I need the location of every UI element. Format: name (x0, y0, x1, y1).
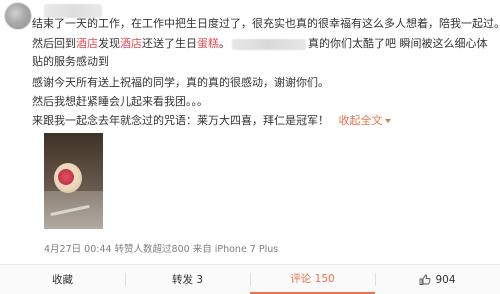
keyword-cake[interactable]: 蛋糕 (197, 37, 219, 50)
repost-label: 转发 3 (171, 274, 204, 286)
keyword-hotel[interactable]: 酒店 (76, 37, 98, 50)
post-line-2: 然后回到酒店发现酒店还送了生日蛋糕。 真的你们太酷了吧 瞬间被这么细心体 (32, 36, 488, 52)
post-meta: 4月27日 00:44 转赞人数超过800 来自 iPhone 7 Plus (44, 241, 278, 255)
like-button[interactable]: 904 (375, 265, 500, 294)
action-bar: 收藏 转发 3 评论 150 904 (0, 264, 500, 294)
repost-button[interactable]: 转发 3 (125, 265, 250, 294)
post-line-5: 然后我想赶紧睡会儿起来看我团。。。 (32, 94, 208, 110)
post-text: 然后回到 (32, 37, 76, 50)
comment-label: 评论 150 (290, 273, 335, 285)
post-photo-cake[interactable] (44, 133, 103, 229)
avatar[interactable] (4, 2, 32, 30)
comment-button[interactable]: 评论 150 (250, 265, 375, 294)
post-line-1: 结束了一天的工作，在工作中把生日度过了，很充实也真的很幸福有这么多人想着，陪我一… (32, 16, 500, 32)
mention-blurred[interactable] (232, 38, 306, 50)
collect-label: 收藏 (52, 274, 73, 286)
collapse-fulltext-link[interactable]: 收起全文 (339, 114, 391, 127)
post-line-3: 贴的服务感动到 (32, 54, 109, 70)
post-text: 还送了生日 (142, 37, 197, 50)
post-text: 发现 (98, 37, 120, 50)
post-text: 贴的服务感动到 (32, 55, 109, 68)
post-text: 。 (219, 37, 230, 50)
post-line-4: 感谢今天所有送上祝福的同学，真的真的很感动，谢谢你们。 (32, 75, 329, 91)
collect-button[interactable]: 收藏 (0, 265, 125, 294)
keyword-hotel[interactable]: 酒店 (120, 37, 142, 50)
post-text: 然后我想赶紧睡会儿起来看我团。。。 (32, 95, 208, 108)
post-text: 真的你们太酷了吧 瞬间被这么细心体 (308, 37, 488, 50)
thumbs-up-icon (420, 274, 431, 285)
chevron-up-icon (384, 119, 391, 123)
post-text: 结束了一天的工作，在工作中把生日度过了，很充实也真的很幸福有这么多人想着，陪我一… (32, 17, 500, 30)
post-text: 来跟我一起念去年就念过的咒语：莱万大四喜，拜仁是冠军！ (32, 114, 329, 127)
post-line-6: 来跟我一起念去年就念过的咒语：莱万大四喜，拜仁是冠军！ 收起全文 (32, 113, 391, 129)
post-meta-text: 4月27日 00:44 转赞人数超过800 来自 iPhone 7 Plus (44, 244, 279, 255)
like-count: 904 (435, 273, 456, 286)
weibo-post: 结束了一天的工作，在工作中把生日度过了，很充实也真的很幸福有这么多人想着，陪我一… (0, 0, 500, 294)
post-text: 感谢今天所有送上祝福的同学，真的真的很感动，谢谢你们。 (32, 76, 329, 89)
